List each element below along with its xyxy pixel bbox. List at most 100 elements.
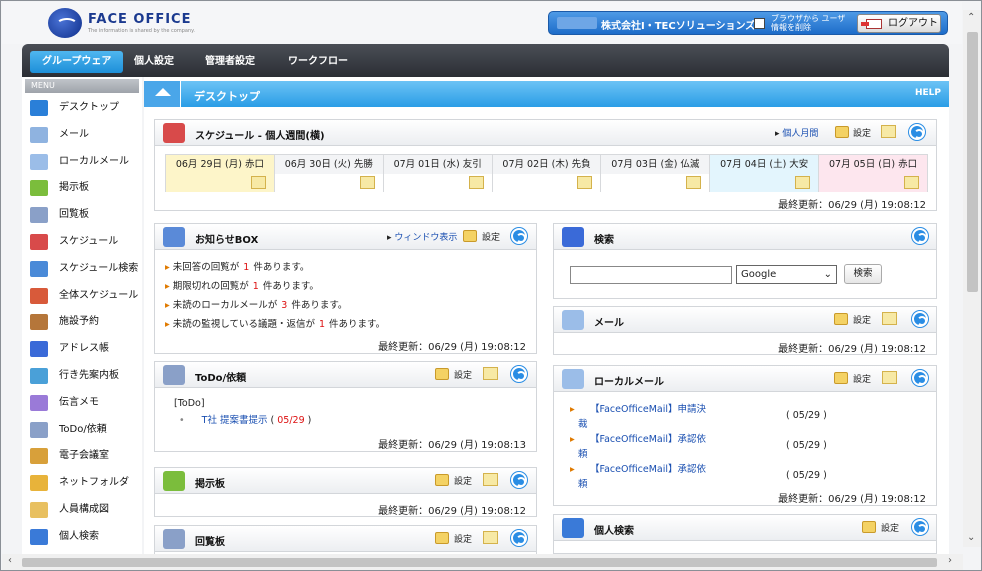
day-body[interactable] bbox=[274, 174, 383, 192]
day-body[interactable] bbox=[492, 174, 601, 192]
day-body[interactable] bbox=[383, 174, 492, 192]
face-office-logo[interactable]: FACE OFFICE The information is shared by… bbox=[48, 7, 228, 41]
notice-item[interactable]: ▸ 未読のローカルメールが 3 件あります。 bbox=[165, 296, 385, 315]
settings-icon[interactable] bbox=[435, 368, 449, 380]
settings-icon[interactable] bbox=[862, 521, 876, 533]
help-link[interactable]: HELP bbox=[915, 88, 941, 98]
settings-link[interactable]: 設定 bbox=[881, 521, 899, 534]
day-cell[interactable]: 07月 04日 (土) 大安 bbox=[709, 154, 820, 192]
logout-button[interactable]: ログアウト bbox=[857, 14, 941, 33]
sidebar-item-15[interactable]: 人員構成図 bbox=[22, 497, 142, 524]
sidebar-item-1[interactable]: メール bbox=[22, 122, 142, 149]
settings-icon[interactable] bbox=[834, 313, 848, 325]
add-schedule-icon[interactable] bbox=[795, 176, 811, 189]
day-cell[interactable]: 07月 05日 (日) 赤口 bbox=[818, 154, 929, 192]
edit-icon[interactable] bbox=[483, 531, 498, 544]
sidebar-item-10[interactable]: 行き先案内板 bbox=[22, 363, 142, 390]
day-cell[interactable]: 06月 29日 (月) 赤口 bbox=[165, 154, 275, 192]
edit-icon[interactable] bbox=[483, 367, 498, 380]
edit-icon[interactable] bbox=[882, 371, 897, 384]
refresh-icon[interactable] bbox=[912, 370, 928, 386]
sidebar-item-5[interactable]: スケジュール bbox=[22, 229, 142, 256]
day-header[interactable]: 07月 04日 (土) 大安 bbox=[710, 155, 819, 174]
horizontal-scroll-thumb[interactable] bbox=[22, 558, 937, 567]
day-cell[interactable]: 07月 01日 (水) 友引 bbox=[382, 154, 493, 192]
refresh-icon[interactable] bbox=[511, 530, 527, 546]
tab-personal-settings[interactable]: 個人設定 bbox=[122, 51, 186, 73]
edit-icon[interactable] bbox=[881, 125, 896, 138]
notice-item[interactable]: ▸ 期限切れの回覧が 1 件あります。 bbox=[165, 277, 385, 296]
day-header[interactable]: 07月 02日 (木) 先負 bbox=[492, 155, 601, 174]
add-schedule-icon[interactable] bbox=[904, 176, 920, 189]
local-mail-item[interactable]: ▸ 【FaceOfficeMail】申請決裁 bbox=[570, 402, 770, 432]
refresh-icon[interactable] bbox=[912, 228, 928, 244]
settings-icon[interactable] bbox=[435, 474, 449, 486]
home-icon[interactable] bbox=[144, 81, 181, 107]
clear-user-info-checkbox[interactable] bbox=[754, 18, 765, 29]
refresh-icon[interactable] bbox=[912, 311, 928, 327]
sidebar-item-7[interactable]: 全体スケジュール bbox=[22, 283, 142, 310]
day-header[interactable]: 06月 30日 (火) 先勝 bbox=[274, 155, 383, 174]
sidebar-item-11[interactable]: 伝言メモ bbox=[22, 390, 142, 417]
settings-link[interactable]: 設定 bbox=[454, 474, 472, 487]
day-cell[interactable]: 07月 02日 (木) 先負 bbox=[491, 154, 602, 192]
day-header[interactable]: 06月 29日 (月) 赤口 bbox=[166, 155, 274, 174]
day-header[interactable]: 07月 03日 (金) 仏滅 bbox=[601, 155, 710, 174]
local-mail-item[interactable]: ▸ 【FaceOfficeMail】承認依頼 bbox=[570, 432, 770, 462]
todo-item[interactable]: • T社 提案書提示 ( 05/29 ) bbox=[179, 412, 311, 426]
sidebar-item-0[interactable]: デスクトップ bbox=[22, 95, 142, 122]
scroll-right-icon[interactable]: › bbox=[948, 555, 952, 566]
window-display-link[interactable]: ▸ ウィンドウ表示 bbox=[387, 230, 457, 243]
local-mail-item[interactable]: ▸ 【FaceOfficeMail】承認依頼 bbox=[570, 462, 770, 492]
search-input[interactable] bbox=[570, 266, 732, 284]
scroll-down-icon[interactable]: ⌄ bbox=[967, 532, 975, 543]
settings-link[interactable]: 設定 bbox=[853, 372, 871, 385]
refresh-icon[interactable] bbox=[511, 472, 527, 488]
settings-icon[interactable] bbox=[835, 126, 849, 138]
edit-icon[interactable] bbox=[882, 312, 897, 325]
refresh-icon[interactable] bbox=[912, 519, 928, 535]
refresh-icon[interactable] bbox=[909, 124, 925, 140]
day-body[interactable] bbox=[166, 174, 274, 192]
settings-link[interactable]: 設定 bbox=[454, 532, 472, 545]
day-header[interactable]: 07月 01日 (水) 友引 bbox=[383, 155, 492, 174]
settings-link[interactable]: 設定 bbox=[853, 313, 871, 326]
vertical-scroll-thumb[interactable] bbox=[967, 32, 978, 292]
sidebar-item-14[interactable]: ネットフォルダ bbox=[22, 470, 142, 497]
day-body[interactable] bbox=[710, 174, 819, 192]
settings-link[interactable]: 設定 bbox=[454, 368, 472, 381]
tab-admin-settings[interactable]: 管理者設定 bbox=[193, 51, 267, 73]
search-engine-select[interactable]: Google ⌄ bbox=[736, 265, 837, 284]
notice-item[interactable]: ▸ 未回答の回覧が 1 件あります。 bbox=[165, 258, 385, 277]
edit-icon[interactable] bbox=[483, 473, 498, 486]
sidebar-item-16[interactable]: 個人検索 bbox=[22, 524, 142, 551]
sidebar-item-6[interactable]: スケジュール検索 bbox=[22, 256, 142, 283]
sidebar-item-12[interactable]: ToDo/依頼 bbox=[22, 417, 142, 444]
settings-link[interactable]: 設定 bbox=[482, 230, 500, 243]
sidebar-item-3[interactable]: 掲示板 bbox=[22, 175, 142, 202]
vertical-scrollbar[interactable]: ⌃ ⌄ bbox=[963, 10, 981, 547]
day-body[interactable] bbox=[601, 174, 710, 192]
monthly-link[interactable]: ▸ 個人月間 bbox=[775, 126, 818, 139]
day-body[interactable] bbox=[819, 174, 928, 192]
refresh-icon[interactable] bbox=[511, 228, 527, 244]
settings-icon[interactable] bbox=[834, 372, 848, 384]
day-cell[interactable]: 07月 03日 (金) 仏滅 bbox=[600, 154, 711, 192]
notice-item[interactable]: ▸ 未読の監視している議題・返信が 1 件あります。 bbox=[165, 315, 385, 334]
add-schedule-icon[interactable] bbox=[686, 176, 702, 189]
settings-icon[interactable] bbox=[435, 532, 449, 544]
sidebar-item-8[interactable]: 施設予約 bbox=[22, 309, 142, 336]
search-button[interactable]: 検索 bbox=[844, 264, 882, 284]
sidebar-item-4[interactable]: 回覧板 bbox=[22, 202, 142, 229]
tab-groupware[interactable]: グループウェア bbox=[30, 51, 124, 73]
add-schedule-icon[interactable] bbox=[250, 176, 266, 189]
scroll-up-icon[interactable]: ⌃ bbox=[967, 12, 975, 23]
scroll-left-icon[interactable]: ‹ bbox=[8, 555, 12, 566]
sidebar-item-13[interactable]: 電子会議室 bbox=[22, 443, 142, 470]
sidebar-item-9[interactable]: アドレス帳 bbox=[22, 336, 142, 363]
settings-link[interactable]: 設定 bbox=[853, 126, 871, 139]
settings-icon[interactable] bbox=[463, 230, 477, 242]
day-cell[interactable]: 06月 30日 (火) 先勝 bbox=[273, 154, 384, 192]
day-header[interactable]: 07月 05日 (日) 赤口 bbox=[819, 155, 928, 174]
sidebar-item-2[interactable]: ローカルメール bbox=[22, 149, 142, 176]
